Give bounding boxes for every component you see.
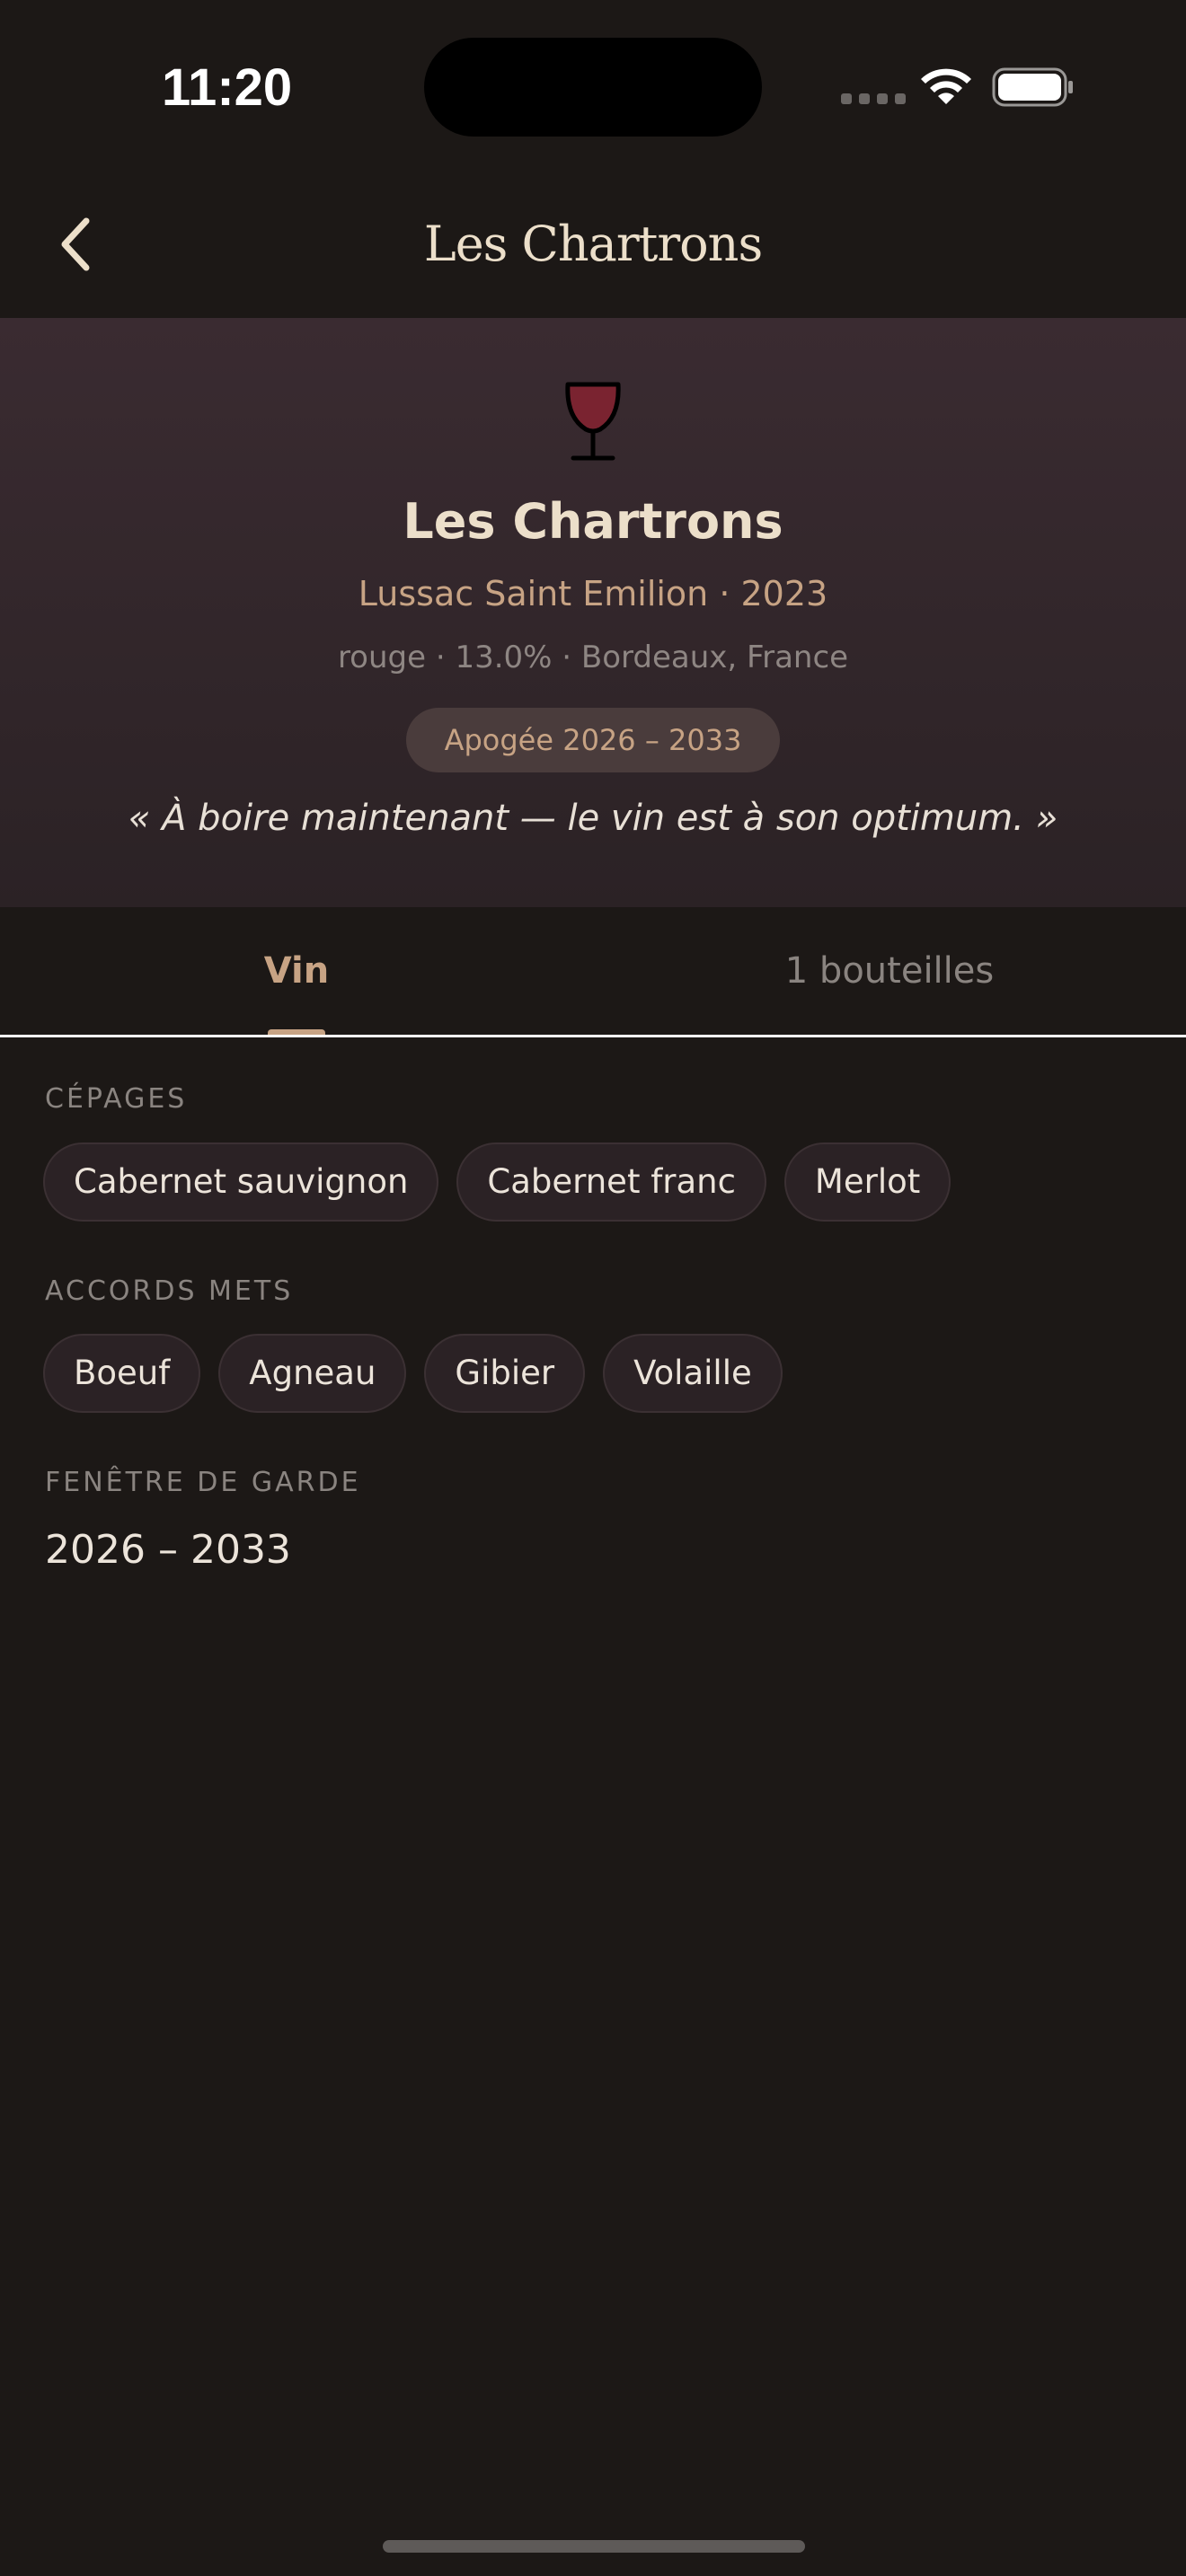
wine-appellation-vintage: Lussac Saint Emilion · 2023 [358,574,828,613]
tab-bouteilles[interactable]: 1 bouteilles [593,907,1186,1035]
signal-icon [841,93,906,104]
chip-cepage[interactable]: Cabernet franc [456,1142,766,1222]
chip-accord[interactable]: Agneau [218,1334,407,1413]
chip-accord[interactable]: Boeuf [43,1334,201,1413]
accords-label: ACCORDS METS [45,1275,294,1307]
tab-divider [0,1035,1186,1037]
battery-icon [992,67,1073,107]
apogee-badge: Apogée 2026 – 2033 [406,708,780,772]
chip-cepage[interactable]: Merlot [783,1142,951,1222]
wine-glass-icon [565,382,621,461]
accords-chips: Boeuf Agneau Gibier Volaille [43,1334,783,1413]
chip-cepage[interactable]: Cabernet sauvignon [43,1142,439,1222]
chip-accord[interactable]: Volaille [603,1334,783,1413]
wine-header-card: Les Chartrons Lussac Saint Emilion · 202… [0,318,1186,907]
cepages-chips: Cabernet sauvignon Cabernet franc Merlot [43,1142,951,1222]
drinking-advice-quote: « À boire maintenant — le vin est à son … [128,798,1058,839]
status-time: 11:20 [162,58,293,117]
tab-bar: Vin 1 bouteilles [0,907,1186,1037]
dynamic-island [424,38,762,137]
wine-detail-screen: 11:20 Les Chartrons Les Chartrons Lussac… [0,0,1186,2576]
wine-meta: rouge · 13.0% · Bordeaux, France [337,640,849,675]
chevron-left-icon[interactable] [50,208,104,280]
chip-accord[interactable]: Gibier [424,1334,586,1413]
cepages-label: CÉPAGES [45,1083,188,1115]
home-indicator[interactable] [383,2540,805,2553]
wifi-icon [921,68,971,104]
garde-label: FENÊTRE DE GARDE [45,1467,361,1498]
garde-value: 2026 – 2033 [45,1527,291,1573]
wine-name: Les Chartrons [403,493,783,550]
nav-title: Les Chartrons [423,216,763,272]
tab-vin[interactable]: Vin [0,907,593,1035]
